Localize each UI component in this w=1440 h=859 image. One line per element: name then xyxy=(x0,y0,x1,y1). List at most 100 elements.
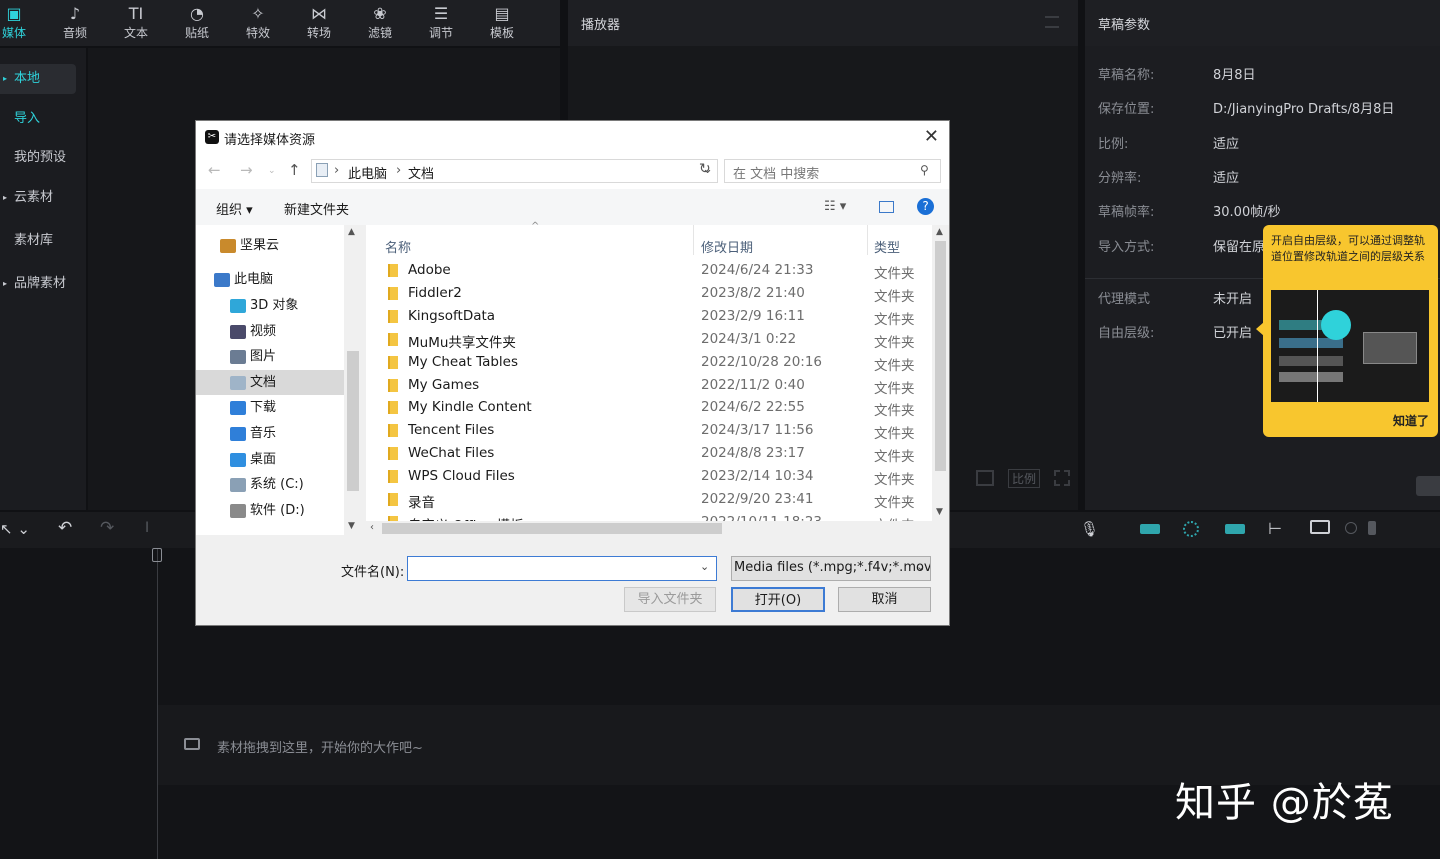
nav-item[interactable]: 软件 (D:) xyxy=(196,498,344,523)
toolbar-tab-0[interactable]: ▣ 媒体 xyxy=(0,4,40,44)
nav-item[interactable]: 此电脑 xyxy=(196,267,344,292)
expand-icon[interactable] xyxy=(1054,470,1070,486)
chevron-down-icon[interactable]: ⌄ xyxy=(700,560,709,573)
nav-item[interactable]: 音乐 xyxy=(196,421,344,446)
nav-item[interactable]: 系统 (C:) xyxy=(196,472,344,497)
sidebar-item-brand[interactable]: ▸ 品牌素材 xyxy=(0,269,76,299)
file-row[interactable]: 录音 2022/9/20 23:41 文件夹 xyxy=(366,488,916,511)
file-row[interactable]: Fiddler2 2023/8/2 21:40 文件夹 xyxy=(366,282,916,305)
address-bar[interactable]: › 此电脑 › 文档 ⌄ xyxy=(311,159,718,183)
breadcrumb-root[interactable]: 此电脑 xyxy=(348,163,387,182)
import-folder-button[interactable]: 导入文件夹 xyxy=(624,587,716,612)
toolbar-tab-4[interactable]: ✧ 特效 xyxy=(232,4,284,44)
nav-item[interactable]: 下载 xyxy=(196,395,344,420)
undo-icon[interactable]: ↶ xyxy=(58,518,72,538)
file-row[interactable]: 自定义 Office 模板 2022/10/11 18:23 文件夹 xyxy=(366,511,916,521)
caret-icon: ▸ xyxy=(3,279,8,288)
view-icon[interactable]: ☷ ▾ xyxy=(824,199,846,214)
close-icon[interactable]: ✕ xyxy=(924,126,939,147)
ratio-button[interactable]: 比例 xyxy=(1008,469,1041,488)
nav-item[interactable]: 文档 xyxy=(196,370,344,395)
redo-icon[interactable]: ↷ xyxy=(100,518,114,538)
microphone-icon[interactable]: 🎙 xyxy=(1080,520,1099,538)
toolbar-tab-7[interactable]: ☰ 调节 xyxy=(415,4,467,44)
export-button[interactable] xyxy=(1416,476,1440,496)
up-icon[interactable]: ↑ xyxy=(288,161,301,179)
nav-item[interactable]: 视频 xyxy=(196,319,344,344)
refresh-icon[interactable]: ↻ xyxy=(699,161,711,177)
nav-item[interactable]: 图片 xyxy=(196,344,344,369)
zoom-slider[interactable] xyxy=(1368,521,1376,535)
nav-item[interactable]: 桌面 xyxy=(196,447,344,472)
breadcrumb-folder[interactable]: 文档 xyxy=(408,163,434,182)
file-row[interactable]: WPS Cloud Files 2023/2/14 10:34 文件夹 xyxy=(366,465,916,488)
menu-icon[interactable] xyxy=(1045,16,1059,28)
nav-item[interactable]: 坚果云 xyxy=(196,233,344,258)
file-vertical-scrollbar[interactable]: ▲ ▼ xyxy=(932,225,949,521)
sidebar-item-local[interactable]: ▸ 本地 xyxy=(0,64,76,94)
tooltip-ok-button[interactable]: 知道了 xyxy=(1393,412,1429,429)
toolbar-tab-2[interactable]: TI 文本 xyxy=(110,4,162,44)
split-icon[interactable]: I xyxy=(145,520,149,536)
forward-icon[interactable]: → xyxy=(240,161,253,179)
open-button[interactable]: 打开(O) xyxy=(731,587,825,612)
nav-item[interactable]: 3D 对象 xyxy=(196,293,344,318)
main-track-magnet-icon[interactable] xyxy=(1140,524,1160,534)
file-row[interactable]: KingsoftData 2023/2/9 16:11 文件夹 xyxy=(366,305,916,328)
preview-axis-icon[interactable]: ⊢ xyxy=(1268,519,1282,538)
toolbar-tab-3[interactable]: ◔ 贴纸 xyxy=(171,4,223,44)
prop-label: 代理模式 xyxy=(1098,292,1151,307)
sidebar-item-import[interactable]: 导入 xyxy=(0,104,76,134)
file-horizontal-scrollbar[interactable]: ‹ xyxy=(366,521,949,537)
file-row[interactable]: My Kindle Content 2024/6/2 22:55 文件夹 xyxy=(366,396,916,419)
toolbar-tab-label: 调节 xyxy=(428,26,453,40)
organize-menu[interactable]: 组织 ▾ xyxy=(216,199,253,218)
file-date: 2022/10/11 18:23 xyxy=(701,514,822,521)
file-type: 文件夹 xyxy=(874,380,915,397)
file-date: 2022/11/2 0:40 xyxy=(701,376,805,393)
chevron-down-icon: ⌄ xyxy=(916,560,926,573)
file-row[interactable]: MuMu共享文件夹 2024/3/1 0:22 文件夹 xyxy=(366,328,916,351)
file-row[interactable]: My Games 2022/11/2 0:40 文件夹 xyxy=(366,374,916,397)
file-name: 录音 xyxy=(408,495,435,511)
select-tool-icon[interactable]: ↖ ⌄ xyxy=(0,520,30,538)
audio-icon: ♪ xyxy=(69,4,81,23)
column-header-name[interactable]: 名称 xyxy=(385,237,411,256)
recent-dropdown-icon[interactable]: ⌄ xyxy=(268,166,276,176)
dialog-footer: 文件名(N): ⌄ Media files (*.mpg;*.f4v;*.mov… xyxy=(196,539,949,625)
linkage-icon[interactable] xyxy=(1225,524,1245,534)
folder-icon xyxy=(230,426,246,441)
toolbar-tab-1[interactable]: ♪ 音频 xyxy=(49,4,101,44)
file-row[interactable]: Tencent Files 2024/3/17 11:56 文件夹 xyxy=(366,419,916,442)
preview-pane-icon[interactable] xyxy=(879,201,894,213)
file-type-select[interactable]: Media files (*.mpg;*.f4v;*.mov xyxy=(731,556,931,581)
search-input[interactable]: 在 文档 中搜索 xyxy=(724,159,941,183)
toolbar-tab-5[interactable]: ⋈ 转场 xyxy=(293,4,345,44)
toolbar-tab-6[interactable]: ❀ 滤镜 xyxy=(354,4,406,44)
sidebar-item-presets[interactable]: 我的预设 xyxy=(0,143,76,173)
sidebar-item-cloud[interactable]: ▸ 云素材 xyxy=(0,183,76,213)
back-icon[interactable]: ← xyxy=(208,161,221,179)
help-icon[interactable]: ? xyxy=(917,198,934,215)
toolbar-tab-8[interactable]: ▤ 模板 xyxy=(476,4,528,44)
file-type: 文件夹 xyxy=(874,495,915,511)
template-icon: ▤ xyxy=(494,4,510,23)
auto-snap-icon[interactable] xyxy=(1183,521,1199,537)
column-header-date[interactable]: 修改日期 xyxy=(701,237,753,256)
file-row[interactable]: Adobe 2024/6/24 21:33 文件夹 xyxy=(366,259,916,282)
search-icon[interactable]: ⚲ xyxy=(920,163,929,177)
sidebar-item-library[interactable]: 素材库 xyxy=(0,226,76,256)
screen-icon[interactable] xyxy=(1310,520,1330,534)
toolbar-tab-label: 媒体 xyxy=(1,26,26,40)
fullscreen-frame-icon[interactable] xyxy=(976,470,994,486)
file-row[interactable]: WeChat Files 2024/8/8 23:17 文件夹 xyxy=(366,442,916,465)
filename-input[interactable] xyxy=(407,556,717,581)
new-folder-button[interactable]: 新建文件夹 xyxy=(284,199,349,218)
cancel-button[interactable]: 取消 xyxy=(838,587,931,612)
file-date: 2023/2/14 10:34 xyxy=(701,468,814,485)
column-header-type[interactable]: 类型 xyxy=(874,237,900,256)
playhead-handle[interactable] xyxy=(152,548,162,562)
nav-scrollbar[interactable]: ▲ ▼ xyxy=(344,225,362,535)
zoom-out-icon[interactable] xyxy=(1345,522,1357,534)
file-row[interactable]: My Cheat Tables 2022/10/28 20:16 文件夹 xyxy=(366,351,916,374)
